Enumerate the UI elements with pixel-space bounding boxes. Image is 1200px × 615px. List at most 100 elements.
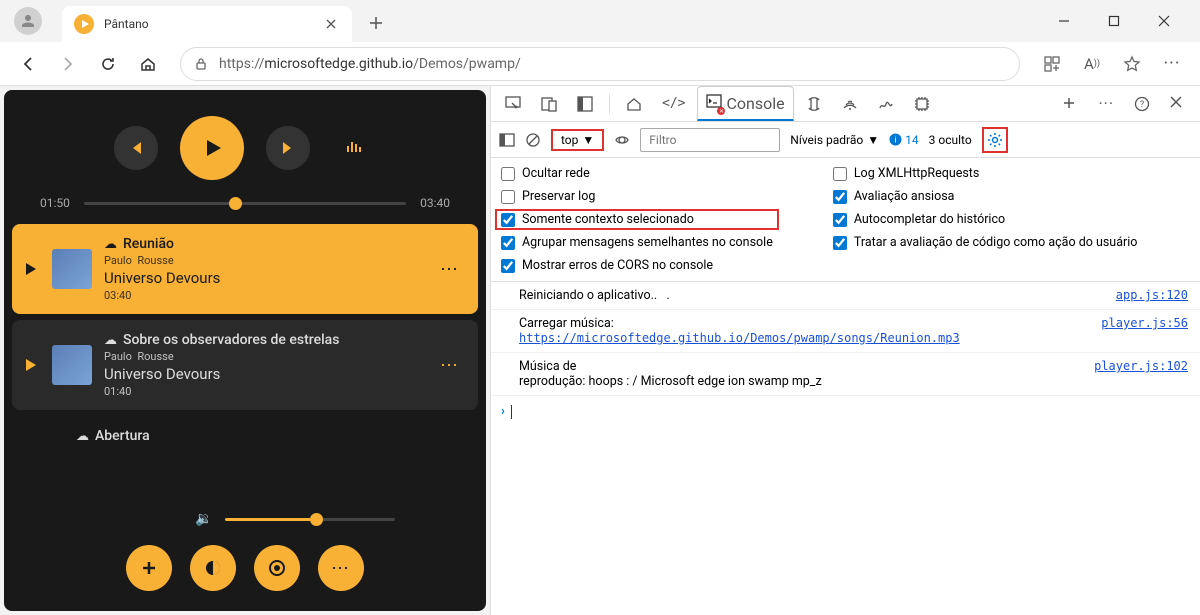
track-row[interactable]: ☁Reunião Paulo Rousse Universo Devours 0… xyxy=(12,224,478,314)
check-ansiosa[interactable]: Avaliação ansiosa xyxy=(833,189,1138,204)
elements-tab[interactable]: </> xyxy=(654,90,693,117)
devtools-tabs: </> ✕ Console ··· ? xyxy=(491,86,1200,122)
prompt-cursor xyxy=(511,405,512,419)
source-link[interactable]: player.js:56 xyxy=(1101,316,1188,346)
close-devtools-button[interactable] xyxy=(1162,90,1194,118)
settings-more-button[interactable]: ··· xyxy=(1090,88,1122,119)
check-preservar-log[interactable]: Preservar log xyxy=(501,189,773,204)
console-settings-panel: Ocultar rede Preservar log Somente conte… xyxy=(491,158,1200,282)
check-somente-contexto[interactable]: Somente contexto selecionado xyxy=(495,209,779,230)
progress-bar[interactable] xyxy=(84,202,406,205)
track-more-button[interactable]: ⋯ xyxy=(436,355,464,376)
cloud-icon: ☁ xyxy=(76,429,89,444)
favorite-button[interactable] xyxy=(1116,48,1148,80)
dock-button[interactable] xyxy=(569,90,601,118)
add-button[interactable] xyxy=(126,545,172,591)
profile-avatar[interactable] xyxy=(14,7,42,35)
memory-tab[interactable] xyxy=(906,90,938,118)
check-cors[interactable]: Mostrar erros de CORS no console xyxy=(501,258,773,273)
track-row[interactable]: ☁Sobre os observadores de estrelas Paulo… xyxy=(12,320,478,410)
progress-thumb[interactable] xyxy=(229,197,242,210)
track-album: Universo Devours xyxy=(104,269,436,287)
track-title: Sobre os observadores de estrelas xyxy=(123,332,339,348)
check-tratar[interactable]: Tratar a avaliação de código como ação d… xyxy=(833,235,1138,250)
console-prompt[interactable]: › xyxy=(491,396,1200,427)
track-title: Abertura xyxy=(95,428,150,444)
log-levels-dropdown[interactable]: Níveis padrão ▼ xyxy=(790,133,879,147)
pwamp-player: 01:50 03:40 ☁Reunião Paulo Rousse Univer… xyxy=(4,90,486,611)
clear-console-button[interactable] xyxy=(525,132,541,148)
network-tab[interactable] xyxy=(834,90,866,118)
record-button[interactable] xyxy=(254,545,300,591)
check-agrupar[interactable]: Agrupar mensagens semelhantes no console xyxy=(501,235,773,250)
url-text: https://microsoftedge.github.io/Demos/pw… xyxy=(219,56,521,72)
volume-thumb[interactable] xyxy=(310,513,323,526)
console-output: Reiniciando o aplicativo.. . app.js:120 … xyxy=(491,282,1200,615)
title-bar: Pântano xyxy=(0,0,1200,42)
window-controls xyxy=(1048,5,1192,37)
more-tools-button[interactable] xyxy=(1054,90,1086,118)
album-art xyxy=(52,249,92,289)
equalizer-button[interactable] xyxy=(332,126,376,170)
volume-slider[interactable] xyxy=(225,518,395,521)
console-row: Reiniciando o aplicativo.. . app.js:120 xyxy=(491,282,1200,310)
back-button[interactable] xyxy=(12,48,44,80)
new-tab-button[interactable] xyxy=(360,7,392,39)
more-actions-button[interactable]: ⋯ xyxy=(318,545,364,591)
chevron-down-icon: ▼ xyxy=(867,133,879,147)
check-xml[interactable]: Log XMLHttpRequests xyxy=(833,166,1138,181)
read-aloud-button[interactable]: A)) xyxy=(1076,48,1108,80)
menu-button[interactable]: ··· xyxy=(1156,48,1188,80)
console-tab[interactable]: ✕ Console xyxy=(697,86,793,121)
console-row: Carregar música: https://microsoftedge.g… xyxy=(491,310,1200,353)
volume-row: 🔉 xyxy=(112,503,478,537)
sidebar-toggle-button[interactable] xyxy=(499,132,515,148)
track-duration: 03:40 xyxy=(104,289,436,302)
minimize-button[interactable] xyxy=(1048,5,1080,37)
theme-button[interactable] xyxy=(190,545,236,591)
track-row[interactable]: ☁ Abertura xyxy=(12,416,478,458)
bottom-actions: ⋯ xyxy=(12,537,478,603)
check-autocompletar[interactable]: Autocompletar do histórico xyxy=(833,212,1138,227)
source-link[interactable]: app.js:120 xyxy=(1116,288,1188,303)
track-title: Reunião xyxy=(123,236,174,252)
track-more-button[interactable]: ⋯ xyxy=(436,259,464,280)
maximize-button[interactable] xyxy=(1098,5,1130,37)
address-bar[interactable]: https://microsoftedge.github.io/Demos/pw… xyxy=(180,47,1020,81)
browser-tab[interactable]: Pântano xyxy=(62,6,352,42)
device-button[interactable] xyxy=(533,90,565,118)
svg-text:?: ? xyxy=(1140,100,1144,110)
welcome-tab[interactable] xyxy=(618,90,650,118)
inspect-button[interactable] xyxy=(497,90,529,118)
time-total: 03:40 xyxy=(420,196,450,210)
next-track-button[interactable] xyxy=(266,126,310,170)
live-expression-button[interactable] xyxy=(614,132,630,148)
lock-icon xyxy=(193,56,209,72)
context-dropdown[interactable]: top ▼ xyxy=(551,129,604,151)
sources-tab[interactable] xyxy=(798,90,830,118)
console-link[interactable]: https://microsoftedge.github.io/Demos/pw… xyxy=(519,331,960,345)
tab-close-button[interactable] xyxy=(322,15,340,33)
console-row: Música de reprodução: hoops : / Microsof… xyxy=(491,353,1200,396)
forward-button[interactable] xyxy=(52,48,84,80)
source-link[interactable]: player.js:102 xyxy=(1094,359,1188,389)
performance-tab[interactable] xyxy=(870,90,902,118)
filter-input[interactable] xyxy=(640,128,780,152)
extensions-button[interactable] xyxy=(1036,48,1068,80)
play-button[interactable] xyxy=(180,116,244,180)
issues-button[interactable]: i14 xyxy=(889,133,919,147)
cloud-icon: ☁ xyxy=(104,237,117,252)
home-button[interactable] xyxy=(132,48,164,80)
prev-track-button[interactable] xyxy=(114,126,158,170)
help-button[interactable]: ? xyxy=(1126,90,1158,118)
console-settings-button[interactable] xyxy=(982,127,1008,153)
refresh-button[interactable] xyxy=(92,48,124,80)
track-duration: 01:40 xyxy=(104,385,436,398)
nav-bar: https://microsoftedge.github.io/Demos/pw… xyxy=(0,42,1200,86)
check-ocultar-rede[interactable]: Ocultar rede xyxy=(501,166,773,181)
tab-title: Pântano xyxy=(104,17,322,31)
prompt-arrow-icon: › xyxy=(501,404,505,419)
volume-icon: 🔉 xyxy=(195,511,212,527)
svg-text:i: i xyxy=(895,136,897,145)
close-window-button[interactable] xyxy=(1148,5,1180,37)
